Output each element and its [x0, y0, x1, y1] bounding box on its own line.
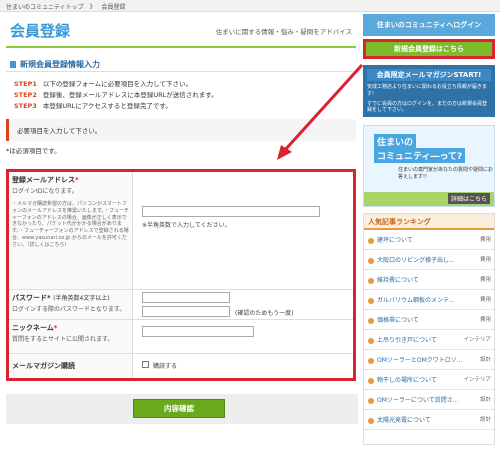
annotation-arrow-head [277, 145, 292, 160]
annotation-arrow-icon [277, 63, 364, 160]
annotation-arrow-line [283, 63, 364, 152]
